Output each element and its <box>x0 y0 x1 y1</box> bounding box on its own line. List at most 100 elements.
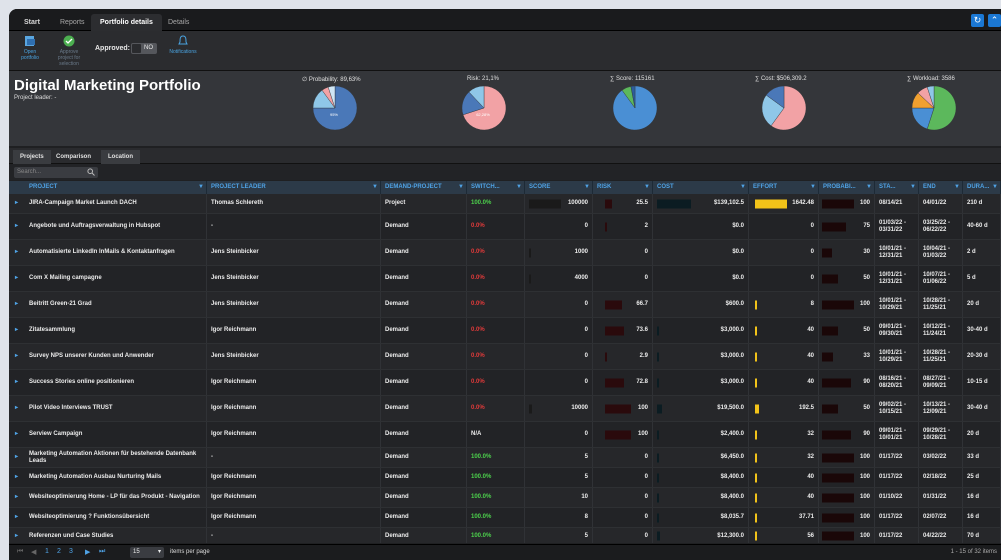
col-risk-cell: 100 <box>593 396 653 421</box>
prev-page-icon[interactable]: ◀ <box>31 548 36 556</box>
col-duration-cell: 25 d <box>963 468 1001 487</box>
col-duration-header[interactable]: DURA... ▼ <box>963 181 1001 194</box>
filter-icon[interactable]: ▼ <box>954 181 960 194</box>
col-demand-project-cell: Project <box>381 194 467 213</box>
expand-row-icon[interactable]: ▸ <box>15 249 18 256</box>
col-start-cell: 09/02/21 - 10/15/21 <box>875 396 919 421</box>
table-row[interactable]: ▸ Websiteoptimierung ? Funktionsübersicht… <box>9 508 1001 528</box>
refresh-button[interactable]: ↻ <box>971 14 984 27</box>
expand-row-icon[interactable]: ▸ <box>15 200 18 207</box>
tab-projects[interactable]: Projects <box>13 150 51 164</box>
tab-location[interactable]: Location <box>101 150 140 164</box>
col-risk-header[interactable]: RISK ▼ <box>593 181 653 194</box>
col-score-header[interactable]: SCORE ▼ <box>525 181 593 194</box>
table-row[interactable]: ▸ Zitatesammlung Igor Reichmann Demand 0.0% 0… <box>9 318 1001 344</box>
col-end-header[interactable]: END ▼ <box>919 181 963 194</box>
col-cost-cell: $600.0 <box>653 292 749 317</box>
table-row[interactable]: ▸ Beitritt Green-21 Grad Jens Steinbicker D… <box>9 292 1001 318</box>
table-row[interactable]: ▸ Referenzen und Case Studies - Demand 100.0… <box>9 528 1001 543</box>
next-page-icon[interactable]: ▶ <box>85 548 90 556</box>
page-1-button[interactable]: 1 <box>45 548 49 555</box>
table-row[interactable]: ▸ Pilot Video Interviews TRUST Igor Reichm… <box>9 396 1001 422</box>
filter-icon[interactable]: ▼ <box>740 181 746 194</box>
table-row[interactable]: ▸ Automatisierte LinkedIn InMails & Konta… <box>9 240 1001 266</box>
tab-start[interactable]: Start <box>15 14 49 31</box>
col-score-value: 0 <box>584 327 588 333</box>
search-input[interactable]: Search... <box>14 167 98 178</box>
last-page-icon[interactable]: ⏭ <box>99 548 105 556</box>
expand-row-icon[interactable]: ▸ <box>15 431 18 438</box>
expand-row-icon[interactable]: ▸ <box>15 514 18 521</box>
table-row[interactable]: ▸ Marketing Automation Ausbau Nurturing M… <box>9 468 1001 488</box>
expand-row-icon[interactable]: ▸ <box>15 454 18 461</box>
expand-row-icon[interactable]: ▸ <box>15 301 18 308</box>
expand-row-icon[interactable]: ▸ <box>15 474 18 481</box>
expand-row-icon[interactable]: ▸ <box>15 275 18 282</box>
approved-label: Approved: <box>95 45 130 52</box>
col-probability-header[interactable]: PROBABI... ▼ <box>819 181 875 194</box>
col-risk-value: 0 <box>644 514 648 520</box>
table-row[interactable]: ▸ Websiteoptimierung Home - LP für das Pr… <box>9 488 1001 508</box>
approve-project-button[interactable]: Approve project for selection <box>55 35 83 67</box>
filter-icon[interactable]: ▼ <box>516 181 522 194</box>
col-risk-cell: 2.9 <box>593 344 653 369</box>
col-switch-header[interactable]: SWITCH... ▼ <box>467 181 525 194</box>
cost-pie[interactable] <box>761 85 807 131</box>
col-cost-header[interactable]: COST ▼ <box>653 181 749 194</box>
col-project-cell: ▸ Success Stories online positionieren <box>9 370 207 395</box>
col-end-cell: 02/18/22 <box>919 468 963 487</box>
tab-portfolio-details[interactable]: Portfolio details <box>91 14 162 31</box>
tab-reports[interactable]: Reports <box>51 14 94 31</box>
col-demand-project-header[interactable]: DEMAND-PROJECT ▼ <box>381 181 467 194</box>
probability-pie[interactable]: 95% <box>312 85 358 131</box>
tab-comparison[interactable]: Comparison <box>49 150 98 164</box>
expand-row-icon[interactable]: ▸ <box>15 494 18 501</box>
expand-row-icon[interactable]: ▸ <box>15 405 18 412</box>
table-row[interactable]: ▸ Angebote und Auftragsverwaltung in Hubs… <box>9 214 1001 240</box>
notifications-button[interactable]: Notifications <box>166 35 200 55</box>
table-row[interactable]: ▸ Success Stories online positionieren Igo… <box>9 370 1001 396</box>
expand-row-icon[interactable]: ▸ <box>15 533 18 540</box>
table-row[interactable]: ▸ Survey NPS unserer Kunden und Anwender J… <box>9 344 1001 370</box>
per-page-select[interactable]: 15 ▾ <box>130 547 164 558</box>
expand-row-icon[interactable]: ▸ <box>15 353 18 360</box>
col-project-header[interactable]: PROJECT ▼ <box>9 181 207 194</box>
tab-details[interactable]: Details <box>159 14 198 31</box>
filter-icon[interactable]: ▼ <box>198 181 204 194</box>
col-probability-cell: 100 <box>819 488 875 507</box>
filter-icon[interactable]: ▼ <box>458 181 464 194</box>
col-project-leader-header[interactable]: PROJECT LEADER ▼ <box>207 181 381 194</box>
col-duration-cell: 70 d <box>963 528 1001 543</box>
filter-icon[interactable]: ▼ <box>372 181 378 194</box>
score-pie[interactable] <box>612 85 658 131</box>
col-effort-cell: 32 <box>749 422 819 447</box>
projects-table: ▸ JIRA-Campaign Market Launch DACH Thomas … <box>9 194 1001 543</box>
table-row[interactable]: ▸ Com X Mailing campagne Jens Steinbicker D… <box>9 266 1001 292</box>
approved-toggle[interactable]: NO <box>131 43 157 54</box>
col-effort-value: 40 <box>807 494 814 500</box>
filter-icon[interactable]: ▼ <box>866 181 872 194</box>
expand-row-icon[interactable]: ▸ <box>15 379 18 386</box>
col-end-value: 10/04/21 - 01/03/22 <box>923 245 951 259</box>
col-start-value: 01/17/22 <box>879 474 903 480</box>
col-effort-header[interactable]: EFFORT ▼ <box>749 181 819 194</box>
expand-row-icon[interactable]: ▸ <box>15 223 18 230</box>
filter-icon[interactable]: ▼ <box>992 181 998 194</box>
filter-icon[interactable]: ▼ <box>584 181 590 194</box>
first-page-icon[interactable]: ⏮ <box>17 548 23 556</box>
risk-pie[interactable]: 62,28% <box>461 85 507 131</box>
col-start-header[interactable]: STA... ▼ <box>875 181 919 194</box>
collapse-button[interactable]: ⌃ <box>988 14 1001 27</box>
col-risk-cell: 25.5 <box>593 194 653 213</box>
table-row[interactable]: ▸ JIRA-Campaign Market Launch DACH Thomas … <box>9 194 1001 214</box>
filter-icon[interactable]: ▼ <box>810 181 816 194</box>
filter-icon[interactable]: ▼ <box>910 181 916 194</box>
filter-icon[interactable]: ▼ <box>644 181 650 194</box>
table-row[interactable]: ▸ Marketing Automation Aktionen für beste… <box>9 448 1001 468</box>
expand-row-icon[interactable]: ▸ <box>15 327 18 334</box>
open-portfolio-button[interactable]: Open portfolio <box>17 35 43 61</box>
page-3-button[interactable]: 3 <box>69 548 73 555</box>
table-row[interactable]: ▸ Serview Campaign Igor Reichmann Demand N/A… <box>9 422 1001 448</box>
page-2-button[interactable]: 2 <box>57 548 61 555</box>
workload-pie[interactable] <box>911 85 957 131</box>
